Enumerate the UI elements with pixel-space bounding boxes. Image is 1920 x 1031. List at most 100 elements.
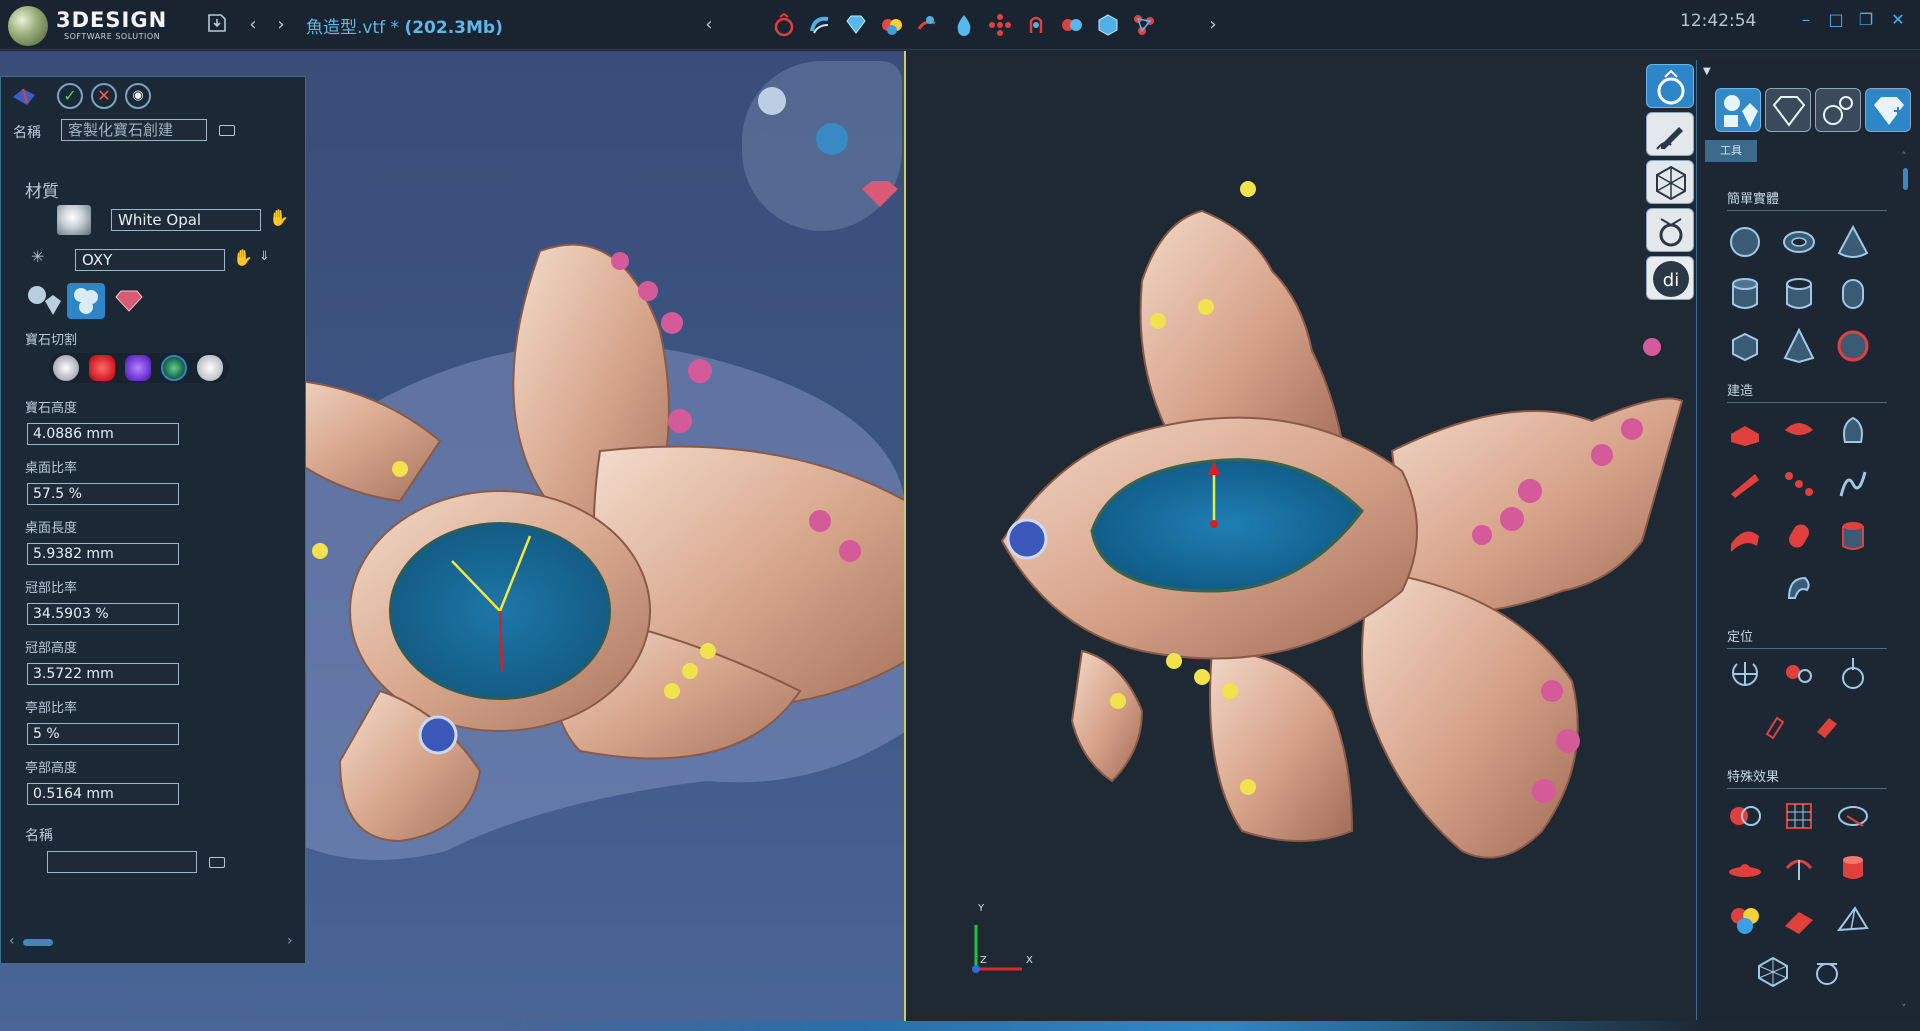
- cancel-button[interactable]: ✕: [91, 83, 117, 109]
- gem-shape-option-1[interactable]: [25, 283, 63, 319]
- pyramid-tool[interactable]: [1779, 326, 1819, 366]
- prong-tool-button[interactable]: [1022, 11, 1050, 39]
- cone-tool[interactable]: [1833, 222, 1873, 262]
- thicken-tool[interactable]: [1833, 848, 1873, 888]
- chevron-down-icon[interactable]: ˅: [1901, 1002, 1907, 1015]
- emerald-cabochon-option[interactable]: [161, 355, 187, 381]
- ring-tool-button[interactable]: [770, 11, 798, 39]
- place-on-surface-tool[interactable]: [1833, 654, 1873, 694]
- revolve-tool[interactable]: [1779, 410, 1819, 450]
- close-window-button[interactable]: ✕: [1888, 10, 1908, 32]
- ring-primitive-tool[interactable]: [1833, 326, 1873, 366]
- undo-button[interactable]: ‹: [240, 12, 266, 38]
- cylinder-tool[interactable]: [1725, 274, 1765, 314]
- hand-pick-plane-icon[interactable]: ✋: [233, 248, 253, 267]
- polyhedron-tool[interactable]: [1753, 952, 1793, 992]
- hand-pick-icon[interactable]: ✋: [269, 208, 289, 227]
- panel-menu-arrow[interactable]: ▼: [1703, 66, 1711, 77]
- preview-button[interactable]: ◉: [125, 83, 151, 109]
- chevron-left-icon[interactable]: ‹: [9, 933, 15, 949]
- curve-tool[interactable]: [1833, 464, 1873, 504]
- name2-input[interactable]: [47, 851, 197, 873]
- toolstrip-prev-button[interactable]: ‹: [696, 12, 722, 38]
- redo-button[interactable]: ›: [268, 12, 294, 38]
- box-tool[interactable]: [1725, 326, 1765, 366]
- material-input[interactable]: White Opal: [111, 209, 261, 231]
- chevron-up-icon[interactable]: ˄: [1901, 150, 1907, 163]
- pavilion-ratio-input[interactable]: 5 %: [27, 723, 179, 745]
- primitives-tab[interactable]: [1715, 88, 1761, 132]
- face-tool[interactable]: [1807, 952, 1847, 992]
- table-ratio-input[interactable]: 57.5 %: [27, 483, 179, 505]
- color-mix-tool[interactable]: [1725, 900, 1765, 940]
- tube-tool[interactable]: [1779, 274, 1819, 314]
- keyboard-icon[interactable]: [219, 125, 235, 136]
- gem-shape-option-2[interactable]: [67, 283, 105, 319]
- di-module-tab[interactable]: di: [1646, 256, 1694, 300]
- torus-tool[interactable]: [1779, 222, 1819, 262]
- snap-tool[interactable]: [1807, 706, 1847, 746]
- jewelry-module-tab[interactable]: [1646, 64, 1694, 108]
- horizontal-scrollbar[interactable]: ‹ ›: [9, 933, 299, 951]
- chevron-double-down-icon[interactable]: ⇓: [259, 249, 270, 264]
- pear-cut-option[interactable]: [197, 355, 223, 381]
- bend-tool[interactable]: [1779, 848, 1819, 888]
- maximize-button[interactable]: □: [1826, 10, 1846, 32]
- minimize-button[interactable]: –: [1796, 10, 1816, 32]
- boolean-union-tool[interactable]: [1725, 796, 1765, 836]
- tool-panel-scrollbar[interactable]: ˄ ˅: [1900, 150, 1912, 1015]
- ruby-cut-option[interactable]: [89, 355, 115, 381]
- drape-tool[interactable]: [1753, 706, 1793, 746]
- loft-tool[interactable]: [1833, 410, 1873, 450]
- chevron-right-icon[interactable]: ›: [287, 933, 293, 949]
- amethyst-cut-option[interactable]: [125, 355, 151, 381]
- drop-tool-button[interactable]: [950, 11, 978, 39]
- bracelet-tool-button[interactable]: [806, 11, 834, 39]
- array-tool[interactable]: [1779, 464, 1819, 504]
- align-tool[interactable]: [1779, 654, 1819, 694]
- twist-tool[interactable]: [1833, 796, 1873, 836]
- pattern-tool[interactable]: [1779, 796, 1819, 836]
- surface-tool[interactable]: [1725, 516, 1765, 556]
- settings-tab[interactable]: [1815, 88, 1861, 132]
- hat-tool[interactable]: [1725, 848, 1765, 888]
- capsule-cut-tool[interactable]: [1779, 516, 1819, 556]
- save-button[interactable]: [204, 12, 230, 38]
- panel-handle[interactable]: [11, 85, 37, 107]
- gem-height-input[interactable]: 4.0886 mm: [27, 423, 179, 445]
- view-navigator[interactable]: [742, 61, 902, 231]
- gem-tool-button[interactable]: [842, 11, 870, 39]
- sphere-tool[interactable]: [1725, 222, 1765, 262]
- viewport-top[interactable]: Y X Z: [912, 51, 1696, 1031]
- cube-tool-button[interactable]: [1094, 11, 1122, 39]
- gem-shape-option-3[interactable]: [113, 287, 145, 315]
- cluster-tool-button[interactable]: [986, 11, 1014, 39]
- material-swatch[interactable]: [57, 205, 91, 235]
- texture-tool[interactable]: [1779, 900, 1819, 940]
- rings-module-tab[interactable]: [1646, 208, 1694, 252]
- capsule-tool[interactable]: [1833, 274, 1873, 314]
- tools-chip[interactable]: 工具: [1705, 140, 1757, 162]
- scroll-thumb[interactable]: [1903, 168, 1908, 190]
- round-cut-option[interactable]: [53, 355, 79, 381]
- move-rotate-tool[interactable]: [1725, 654, 1765, 694]
- mesh-module-tab[interactable]: [1646, 160, 1694, 204]
- gems-tab[interactable]: [1765, 88, 1811, 132]
- toolstrip-next-button[interactable]: ›: [1200, 12, 1226, 38]
- crown-ratio-input[interactable]: 34.5903 %: [27, 603, 179, 625]
- extrude-tool[interactable]: [1725, 410, 1765, 450]
- cylinder-red-tool[interactable]: [1833, 516, 1873, 556]
- keyboard-icon[interactable]: [209, 857, 225, 868]
- color-gems-tool-button[interactable]: [878, 11, 906, 39]
- molecule-tool-button[interactable]: [1130, 11, 1158, 39]
- scroll-thumb[interactable]: [23, 939, 53, 946]
- pavilion-height-input[interactable]: 0.5164 mm: [27, 783, 179, 805]
- crown-height-input[interactable]: 3.5722 mm: [27, 663, 179, 685]
- wireframe-tool[interactable]: [1833, 900, 1873, 940]
- plane-input[interactable]: OXY: [75, 249, 225, 271]
- shell-tool[interactable]: [1779, 568, 1819, 608]
- hand-tool-button[interactable]: [914, 11, 942, 39]
- sketch-module-tab[interactable]: [1646, 112, 1694, 156]
- confirm-button[interactable]: ✓: [57, 83, 83, 109]
- table-length-input[interactable]: 5.9382 mm: [27, 543, 179, 565]
